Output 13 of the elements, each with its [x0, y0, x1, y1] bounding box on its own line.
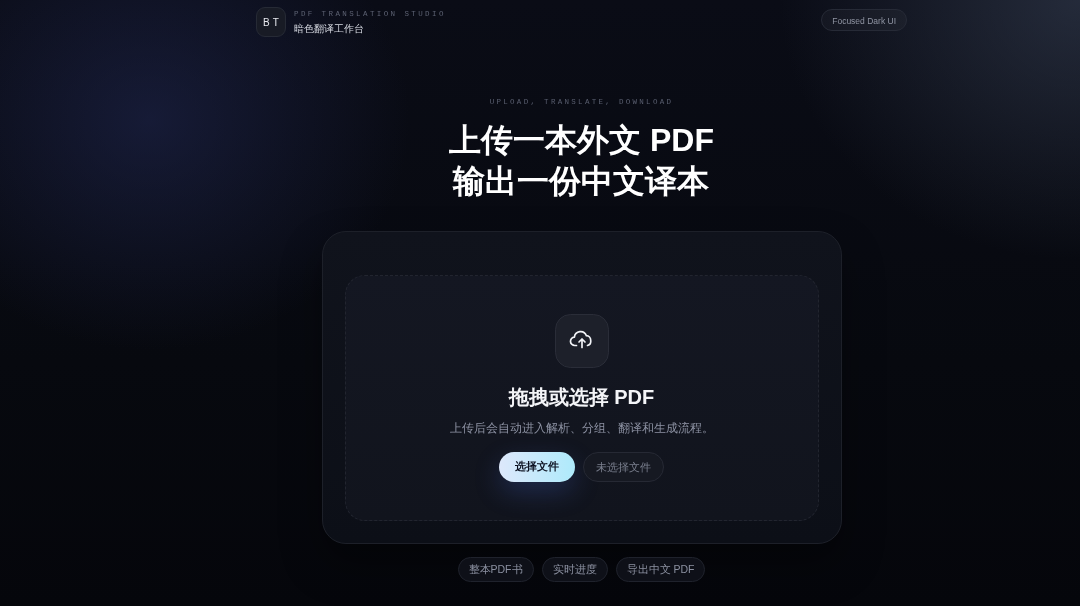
drop-heading: 拖拽或选择 PDF	[508, 385, 655, 410]
brand-title: 暗色翻译工作台	[294, 21, 365, 35]
cloud-upload-icon	[554, 314, 609, 368]
choose-file-button[interactable]: 选择文件	[499, 452, 575, 482]
hero-title: 上传一本外文 PDF 输出一份中文译本	[449, 121, 714, 201]
theme-badge: Focused Dark UI	[821, 9, 907, 31]
file-status-pill: 未选择文件	[583, 452, 664, 482]
logo-tile: BT	[256, 7, 286, 37]
feature-tag: 实时进度	[541, 557, 608, 582]
feature-tag: 整本PDF书	[457, 557, 534, 582]
feature-tag: 导出中文 PDF	[615, 557, 706, 582]
drop-zone[interactable]: 拖拽或选择 PDF 上传后会自动进入解析、分组、翻译和生成流程。 选择文件 未选择文件	[344, 275, 819, 521]
drop-description: 上传后会自动进入解析、分组、翻译和生成流程。	[449, 420, 714, 436]
